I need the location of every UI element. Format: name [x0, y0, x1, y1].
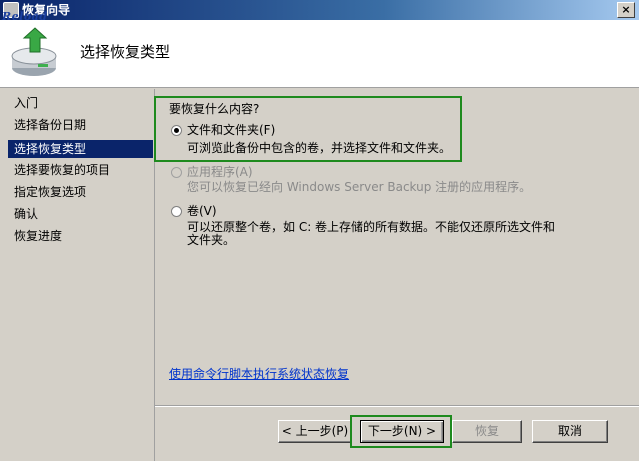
option-applications-desc: 您可以恢复已经向 Windows Server Backup 注册的应用程序。 [187, 180, 532, 194]
option-files-folders-desc: 可浏览此备份中包含的卷，并选择文件和文件夹。 [187, 141, 452, 155]
restore-disk-icon [11, 27, 57, 76]
title-bar[interactable]: 恢复向导 Reload × [0, 0, 639, 23]
question-label: 要恢复什么内容? [169, 102, 260, 116]
radio-volumes[interactable] [171, 206, 182, 217]
step-select-backup-date: 选择备份日期 [14, 118, 87, 132]
recover-button[interactable]: 恢复 [452, 420, 522, 443]
button-bar-separator [155, 405, 639, 407]
option-volumes-desc-line1: 可以还原整个卷，如 C: 卷上存储的所有数据。不能仅还原所选文件和 [187, 220, 556, 234]
close-button[interactable]: × [617, 2, 635, 18]
next-button[interactable]: 下一步(N) > [360, 420, 444, 443]
step-getting-started: 入门 [14, 96, 39, 110]
option-applications-label[interactable]: 应用程序(A) [187, 164, 253, 180]
wizard-header: 选择恢复类型 [0, 20, 639, 88]
recovery-wizard-window: 恢复向导 Reload × 选择恢复类型 入门 选择备份日期 选择恢复类型 选择… [0, 0, 639, 461]
option-volumes-desc-line2: 文件夹。 [187, 233, 236, 247]
close-icon: × [621, 3, 631, 16]
cmd-script-link[interactable]: 使用命令行脚本执行系统状态恢复 [169, 366, 349, 382]
option-volumes-label[interactable]: 卷(V) [187, 203, 217, 219]
radio-applications[interactable] [171, 167, 182, 178]
step-select-recovery-type: 选择恢复类型 [8, 140, 153, 158]
radio-files-folders[interactable] [171, 125, 182, 136]
step-specify-options: 指定恢复选项 [14, 185, 87, 199]
page-title: 选择恢复类型 [80, 43, 171, 61]
step-progress: 恢复进度 [14, 229, 63, 243]
step-select-items: 选择要恢复的项目 [14, 163, 111, 177]
wizard-steps-sidebar: 入门 选择备份日期 选择恢复类型 选择要恢复的项目 指定恢复选项 确认 恢复进度 [0, 89, 155, 461]
option-files-folders-label[interactable]: 文件和文件夹(F) [187, 122, 275, 138]
step-confirm: 确认 [14, 207, 39, 221]
back-button[interactable]: < 上一步(P) [278, 420, 352, 443]
cancel-button[interactable]: 取消 [532, 420, 608, 443]
